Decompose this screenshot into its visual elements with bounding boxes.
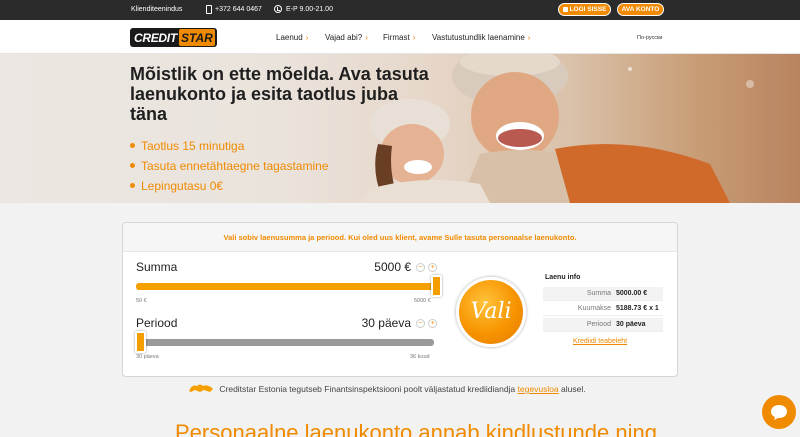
- loan-info-key: Kuumakse: [577, 305, 611, 312]
- sum-plus-button[interactable]: +: [428, 263, 437, 272]
- nav-item-label: Laenud: [276, 33, 303, 42]
- license-note: Creditstar Estonia tegutseb Finantsinspe…: [188, 383, 586, 394]
- choose-button-label: Vali: [470, 299, 512, 324]
- loan-info-row: Kuumakse 5188.73 € x 1: [543, 302, 663, 316]
- nav-item-label: Vajad abi?: [325, 33, 363, 42]
- section-headline: Personaalne laenukonto annab kindlustund…: [175, 420, 657, 437]
- sum-slider-handle[interactable]: [431, 275, 442, 297]
- sum-min-label: 50 €: [136, 298, 147, 304]
- period-slider-track[interactable]: [136, 339, 434, 346]
- chevron-down-icon: ›: [305, 33, 309, 42]
- period-min-label: 30 päeva: [136, 354, 159, 360]
- logo-star-box: STAR: [179, 29, 215, 46]
- sum-minus-button[interactable]: −: [416, 263, 425, 272]
- chevron-down-icon: ›: [412, 33, 416, 42]
- nav-item-vajad-abi[interactable]: Vajad abi? ›: [325, 33, 368, 42]
- language-switch[interactable]: По-русски: [637, 35, 663, 41]
- period-minus-button[interactable]: −: [416, 319, 425, 328]
- period-label: Periood: [136, 316, 178, 330]
- loan-info-value: 5000.00 €: [616, 290, 648, 297]
- loan-info-title: Laenu info: [545, 274, 581, 281]
- period-plus-button[interactable]: +: [428, 319, 437, 328]
- main-nav: CREDIT STAR Laenud › Vajad abi? › Firmast ›…: [0, 20, 800, 54]
- lock-icon: [562, 7, 568, 12]
- bullet-icon: [130, 183, 135, 188]
- chevron-down-icon: ›: [365, 33, 368, 42]
- period-value: 30 päeva: [361, 316, 411, 330]
- customer-service-link[interactable]: Klienditeenindus: [131, 6, 182, 13]
- sum-max-label: 5000 €: [414, 298, 431, 304]
- opening-hours: E-P 9.00-21.00: [286, 6, 333, 13]
- chat-button[interactable]: [762, 395, 796, 429]
- license-link[interactable]: tegevusloa: [518, 384, 559, 394]
- license-note-text: Creditstar Estonia tegutseb Finantsinspe…: [219, 384, 516, 394]
- period-slider-handle[interactable]: [135, 331, 146, 353]
- phone-number[interactable]: +372 644 0467: [215, 6, 262, 13]
- loan-calculator: Vali sobiv laenusumma ja periood. Kui ol…: [122, 222, 678, 377]
- loan-info-value: 30 päeva: [616, 321, 646, 328]
- hero-benefit-text: Tasuta ennetähtaegne tagastamine: [141, 159, 329, 173]
- nav-item-laenud[interactable]: Laenud ›: [276, 33, 308, 42]
- hero-benefits-list: Taotlus 15 minutiga Tasuta ennetähtaegne…: [130, 136, 328, 196]
- calculator-intro: Vali sobiv laenusumma ja periood. Kui ol…: [123, 223, 677, 252]
- clock-icon: [274, 5, 282, 13]
- nav-item-label: Vastutustundlik laenamine: [432, 33, 525, 42]
- open-account-button[interactable]: AVA KONTO: [617, 3, 664, 16]
- hero-benefit-text: Lepingutasu 0€: [141, 179, 224, 193]
- hero-benefit-text: Taotlus 15 minutiga: [141, 139, 245, 153]
- loan-info-key: Summa: [586, 290, 611, 297]
- sum-slider-fill: [136, 283, 438, 290]
- hero-benefit-item: Lepingutasu 0€: [130, 176, 328, 196]
- login-button[interactable]: LOGI SISSE: [558, 3, 611, 16]
- chat-icon: [771, 405, 787, 420]
- choose-button[interactable]: Vali: [456, 277, 526, 347]
- loan-info-key: Periood: [586, 321, 611, 328]
- sum-value: 5000 €: [374, 260, 411, 274]
- logo-text-credit: CREDIT: [134, 31, 177, 45]
- chevron-down-icon: ›: [527, 33, 531, 42]
- phone-icon: [206, 5, 212, 14]
- nav-item-label: Firmast: [383, 33, 410, 42]
- sum-label: Summa: [136, 260, 178, 274]
- hero-banner: Mõistlik on ette mõelda. Ava tasuta laen…: [0, 54, 800, 203]
- license-note-suffix: alusel.: [561, 384, 586, 394]
- hero-headline: Mõistlik on ette mõelda. Ava tasuta laen…: [130, 64, 429, 124]
- loan-info-row: Summa 5000.00 €: [543, 287, 663, 301]
- top-bar: Klienditeenindus +372 644 0467 E-P 9.00-…: [0, 0, 800, 20]
- nav-item-vastutustundlik-laenamine[interactable]: Vastutustundlik laenamine ›: [432, 33, 530, 42]
- nav-item-firmast[interactable]: Firmast ›: [383, 33, 415, 42]
- loan-info-row: Periood 30 päeva: [543, 318, 663, 332]
- hero-benefit-item: Tasuta ennetähtaegne tagastamine: [130, 156, 328, 176]
- period-max-label: 36 kuud: [410, 354, 430, 360]
- logo-text-star: STAR: [181, 31, 213, 45]
- login-label: LOGI SISSE: [569, 6, 607, 13]
- bullet-icon: [130, 163, 135, 168]
- bullet-icon: [130, 143, 135, 148]
- hero-benefit-item: Taotlus 15 minutiga: [130, 136, 328, 156]
- credit-info-sheet-link[interactable]: Krediidi teabeleht: [573, 338, 627, 345]
- lion-icon: [189, 384, 213, 392]
- creditstar-logo[interactable]: CREDIT STAR: [130, 28, 217, 47]
- loan-info-value: 5188.73 € x 1: [616, 305, 659, 312]
